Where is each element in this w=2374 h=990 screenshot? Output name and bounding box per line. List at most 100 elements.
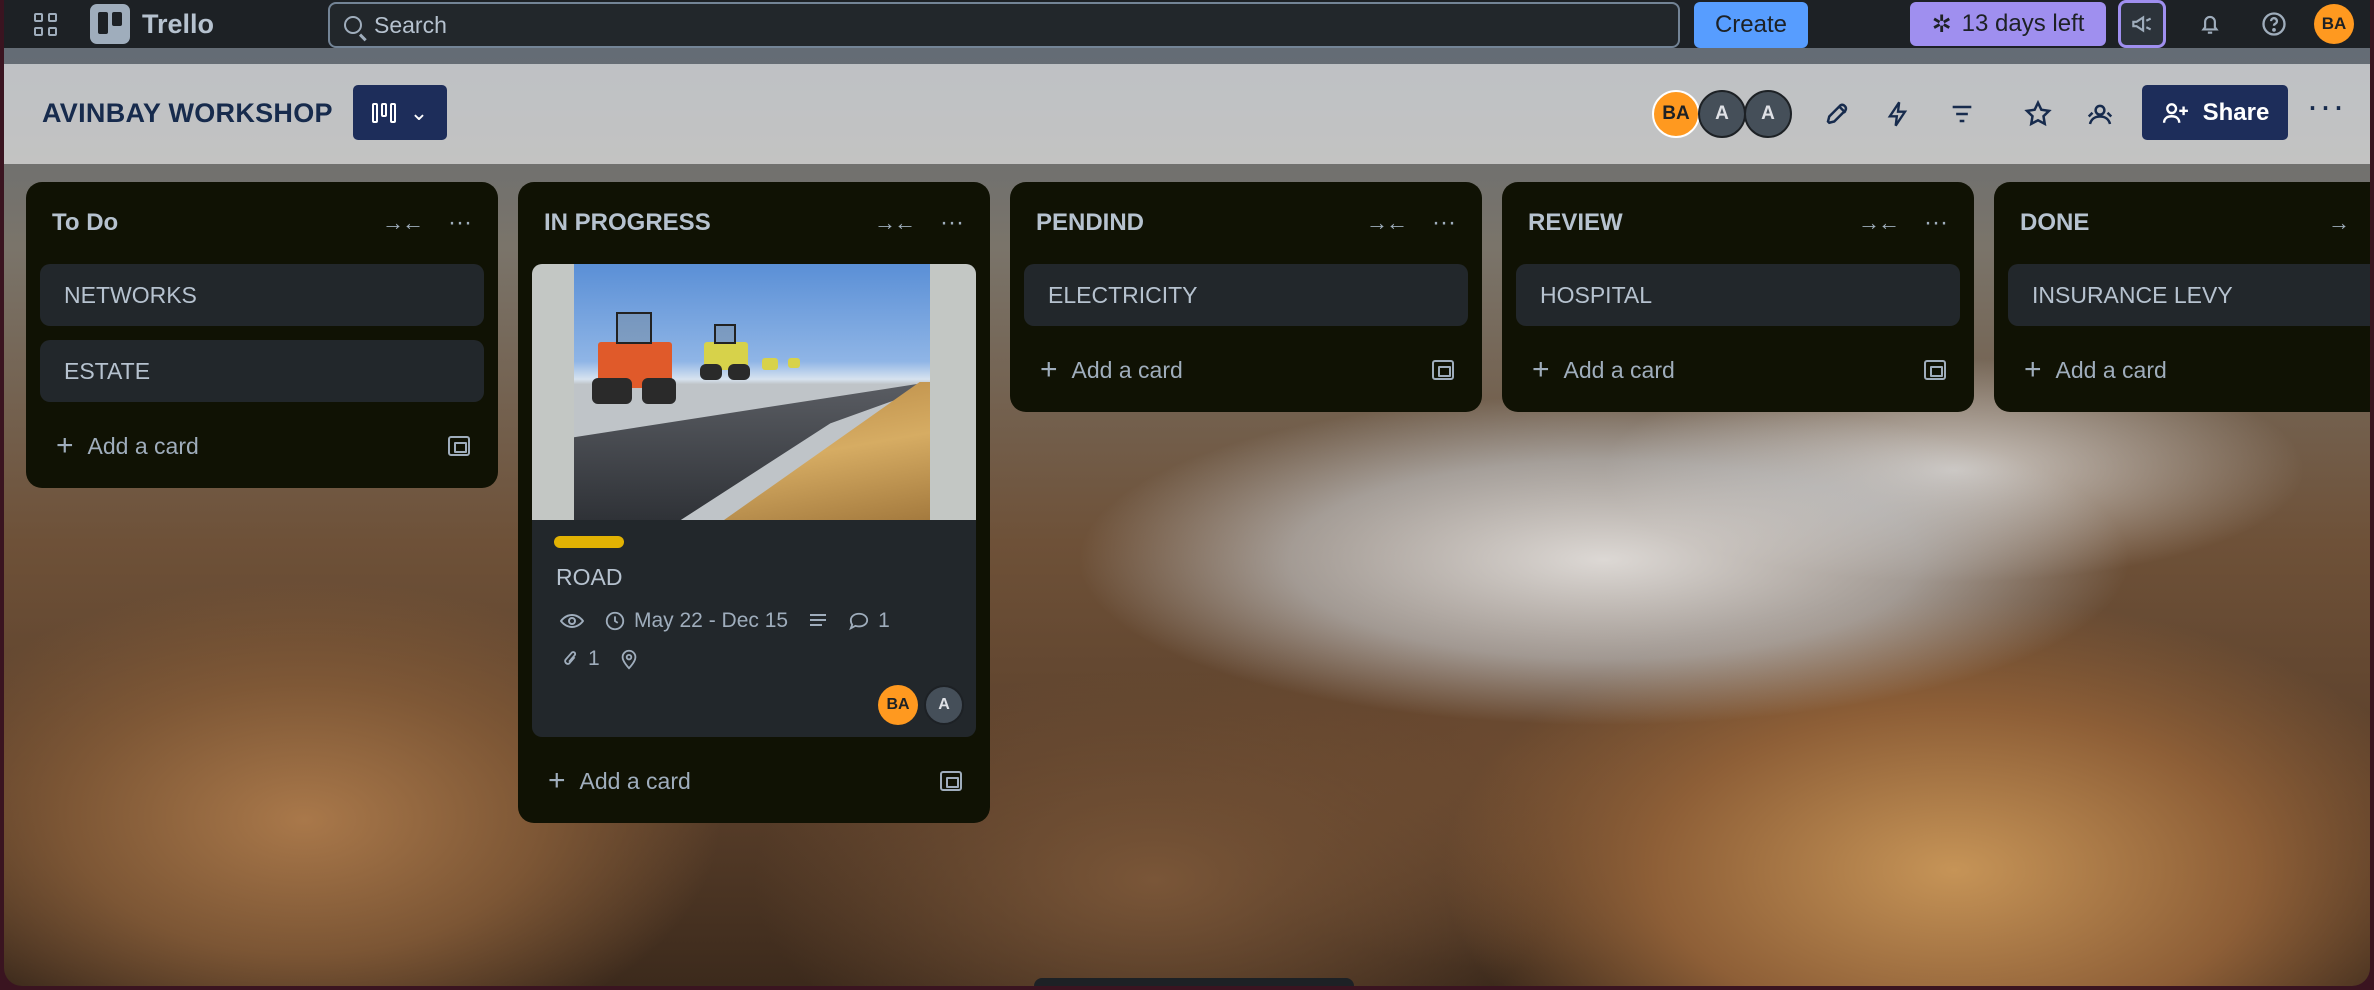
board-view-icon [371,102,396,123]
location-icon [620,648,638,670]
card-badges: May 22 - Dec 15 1 [560,609,976,633]
card-template-icon[interactable] [1432,360,1454,380]
road-construction-photo [574,264,930,520]
app-window: Trello Create ✲ 13 days left BA AVINBAY … [4,0,2370,986]
plus-icon: + [1532,353,1550,386]
list-title[interactable]: To Do [52,209,118,237]
add-card-label: Add a card [87,432,199,459]
share-button[interactable]: Share [2142,85,2288,140]
member-avatar[interactable]: BA [1652,90,1700,138]
add-card-button[interactable]: + Add a card [40,416,484,476]
card[interactable]: HOSPITAL [1516,264,1960,326]
card-template-icon[interactable] [940,771,962,791]
card[interactable]: ESTATE [40,340,484,402]
member-avatar[interactable]: A [1698,90,1746,138]
help-icon[interactable] [2250,0,2298,48]
comments-badge: 1 [848,609,890,633]
filter-icon[interactable] [1942,94,1982,134]
list-title[interactable]: IN PROGRESS [544,209,711,237]
notifications-bell-icon[interactable] [2186,0,2234,48]
board-header: AVINBAY WORKSHOP ⌄ BA A A Share ··· [4,64,2370,164]
plus-icon: + [1040,353,1058,386]
sparkle-icon: ✲ [1931,10,1952,38]
create-button[interactable]: Create [1694,2,1808,48]
star-icon[interactable] [2018,94,2058,134]
list-done: DONE → INSURANCE LEVY + Add a card [1994,182,2370,412]
collapse-list-icon[interactable]: →← [1858,210,1900,236]
list-header: IN PROGRESS →← ··· [532,182,976,264]
clock-icon [605,611,625,631]
add-card-button[interactable]: + Add a card [1024,340,1468,400]
list-title[interactable]: REVIEW [1528,209,1623,237]
trial-label: 13 days left [1961,10,2085,37]
board-title[interactable]: AVINBAY WORKSHOP [42,98,333,129]
plus-icon: + [2024,353,2042,386]
list-menu-icon[interactable]: ··· [1924,209,1948,237]
card-badges-row2: 1 [560,647,976,671]
comment-count: 1 [878,609,890,632]
list-menu-icon[interactable]: ··· [1432,209,1456,237]
trial-days-button[interactable]: ✲ 13 days left [1910,2,2106,46]
list-review: REVIEW →← ··· HOSPITAL + Add a card [1502,182,1974,412]
card-title: ROAD [556,564,623,590]
list-header: PENDIND →← ··· [1024,182,1468,264]
add-card-label: Add a card [579,767,691,794]
visibility-icon[interactable] [2080,94,2120,134]
board-view-switcher[interactable]: ⌄ [353,85,447,140]
due-date-badge[interactable]: May 22 - Dec 15 [604,609,788,633]
list-header: To Do →← ··· [40,182,484,264]
app-switcher-icon[interactable] [32,11,58,37]
user-avatar[interactable]: BA [2314,4,2354,44]
list-menu-icon[interactable]: ··· [940,209,964,237]
add-card-button[interactable]: + Add a card [532,751,976,811]
add-card-button[interactable]: + Add a card [2008,340,2360,400]
due-date-text: May 22 - Dec 15 [634,609,789,632]
card[interactable]: INSURANCE LEVY [2008,264,2370,326]
collapse-list-icon[interactable]: →← [874,210,916,236]
search-box[interactable] [328,2,1680,48]
card-member-avatar[interactable]: BA [878,685,918,725]
automation-icon[interactable] [1878,94,1918,134]
card[interactable]: NETWORKS [40,264,484,326]
collapse-list-icon[interactable]: →← [382,210,424,236]
description-icon [808,612,828,630]
card-template-icon[interactable] [448,436,470,456]
card-template-icon[interactable] [1924,360,1946,380]
add-card-label: Add a card [1071,356,1183,383]
card-label[interactable] [554,536,624,548]
list-title[interactable]: PENDIND [1036,209,1144,237]
search-input[interactable] [374,11,1574,39]
add-card-label: Add a card [2055,356,2167,383]
plus-icon: + [56,429,74,462]
board-menu-icon[interactable]: ··· [2306,85,2346,126]
list-to-do: To Do →← ··· NETWORKS ESTATE + Add a card [26,182,498,488]
watching-icon [560,611,584,631]
bottom-board-switcher[interactable] [1034,978,1354,986]
card-members: BA A [532,685,964,725]
attachments-badge: 1 [560,647,600,671]
list-in-progress: IN PROGRESS →← ··· ROAD May 22 - Dec 15 … [518,182,990,823]
collapse-list-icon[interactable]: →← [1366,210,1408,236]
card-road[interactable]: ROAD May 22 - Dec 15 1 1 BA A [532,264,976,737]
list-header: DONE → [2008,182,2360,264]
list-title[interactable]: DONE [2020,209,2089,237]
card-cover-image [532,264,976,520]
megaphone-icon[interactable] [2118,0,2166,48]
add-card-button[interactable]: + Add a card [1516,340,1960,400]
member-avatar[interactable]: A [1744,90,1792,138]
card-member-avatar[interactable]: A [924,685,964,725]
power-ups-icon[interactable] [1818,94,1858,134]
add-card-label: Add a card [1563,356,1675,383]
share-label: Share [2202,98,2270,126]
chevron-down-icon: ⌄ [409,99,429,125]
plus-icon: + [548,764,566,797]
card[interactable]: ELECTRICITY [1024,264,1468,326]
list-pendind: PENDIND →← ··· ELECTRICITY + Add a card [1010,182,1482,412]
attachment-count: 1 [588,647,600,670]
paperclip-icon [564,651,577,665]
top-navigation: Trello Create ✲ 13 days left BA [4,0,2370,48]
trello-logo-icon [90,4,130,44]
trello-logo[interactable]: Trello [90,4,214,44]
list-menu-icon[interactable]: ··· [448,209,472,237]
collapse-list-icon[interactable]: → [2328,210,2350,236]
